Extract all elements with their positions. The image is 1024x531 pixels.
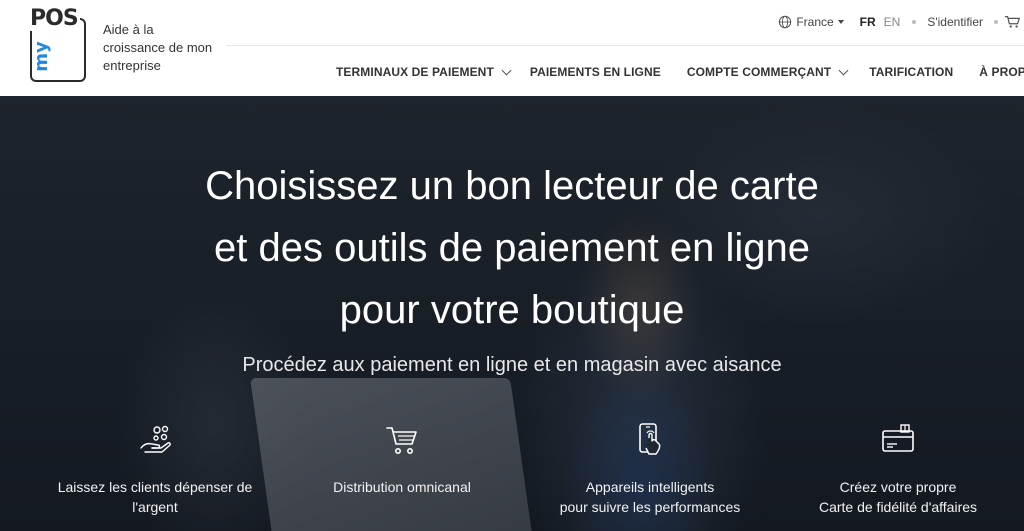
nav-label: TERMINAUX DE PAIEMENT (336, 65, 494, 79)
feature-label: Créez votre propre Carte de fidélité d'a… (773, 477, 1023, 517)
nav-label: PAIEMENTS EN LIGNE (529, 65, 661, 79)
feature-line: Distribution omnicanal (333, 479, 471, 495)
hero-title: Choisissez un bon lecteur de carte et de… (152, 155, 872, 341)
lang-fr-link[interactable]: FR (860, 15, 876, 29)
feature-item[interactable]: Distribution omnicanal (277, 422, 527, 497)
nav-tarification[interactable]: TARIFICATION (869, 65, 953, 79)
feature-label: Appareils intelligents pour suivre les p… (525, 477, 775, 517)
logo-pos-text: POS (30, 6, 80, 31)
nav-terminaux[interactable]: TERMINAUX DE PAIEMENT (336, 65, 512, 79)
nav-a-propos[interactable]: À PROPOS (979, 65, 1024, 79)
feature-line: Carte de fidélité d'affaires (818, 499, 978, 515)
cart-icon[interactable] (1004, 14, 1022, 30)
globe-icon (779, 15, 792, 29)
feature-item[interactable]: Laissez les clients dépenser de l'argent (30, 422, 280, 517)
country-label: France (796, 15, 834, 29)
hand-coins-icon (140, 425, 171, 453)
main-nav: TERMINAUX DE PAIEMENT PAIEMENTS EN LIGNE… (336, 63, 1024, 81)
feature-label: Distribution omnicanal (277, 477, 527, 497)
hero-title-line: Choisissez un bon lecteur de carte (205, 164, 819, 208)
logo-my-text: my (30, 41, 52, 72)
feature-label: Laissez les clients dépenser de l'argent (30, 477, 280, 517)
nav-compte-commercant[interactable]: COMPTE COMMERÇANT (686, 65, 849, 79)
separator-dot (912, 20, 917, 24)
tagline: Aide à la croissance de mon entreprise (103, 22, 213, 73)
hero-title-line: pour votre boutique (339, 288, 685, 332)
nav-label: À PROPOS (979, 65, 1024, 79)
nav-label: COMPTE COMMERÇANT (686, 65, 832, 79)
nav-label: TARIFICATION (869, 65, 954, 79)
hero-banner: Choisissez un bon lecteur de carte et de… (0, 96, 1024, 531)
chevron-down-icon (838, 65, 849, 75)
site-header: POS my Aide à la croissance de mon entre… (0, 0, 1024, 96)
feature-item[interactable]: Appareils intelligents pour suivre les p… (525, 422, 775, 517)
feature-line: l'argent (132, 499, 178, 515)
loyalty-card-icon (882, 424, 914, 452)
chevron-down-icon (501, 65, 512, 75)
lang-en-link[interactable]: EN (884, 15, 901, 29)
feature-line: Laissez les clients dépenser de (57, 479, 253, 495)
hero-title-line: et des outils de paiement en ligne (214, 226, 810, 270)
separator-dot (994, 20, 998, 24)
feature-list: Laissez les clients dépenser de l'argent… (0, 422, 1024, 531)
mypos-logo[interactable]: POS my (30, 6, 86, 82)
signin-link[interactable]: S'identifier (927, 15, 983, 29)
feature-line: Appareils intelligents (585, 479, 715, 495)
nav-paiements-en-ligne[interactable]: PAIEMENTS EN LIGNE (530, 65, 661, 79)
feature-line: pour suivre les performances (559, 499, 741, 515)
feature-item[interactable]: Créez votre propre Carte de fidélité d'a… (773, 422, 1023, 517)
hero-subtitle: Procédez aux paiement en ligne et en mag… (242, 354, 782, 376)
shopping-cart-icon (386, 427, 417, 454)
country-selector[interactable]: France (778, 15, 844, 29)
smartphone-touch-icon (639, 423, 661, 455)
feature-line: Créez votre propre (839, 479, 957, 495)
header-divider (226, 45, 1024, 46)
caret-down-icon (837, 20, 844, 24)
utility-bar: France FR EN S'identifier (778, 12, 1024, 32)
